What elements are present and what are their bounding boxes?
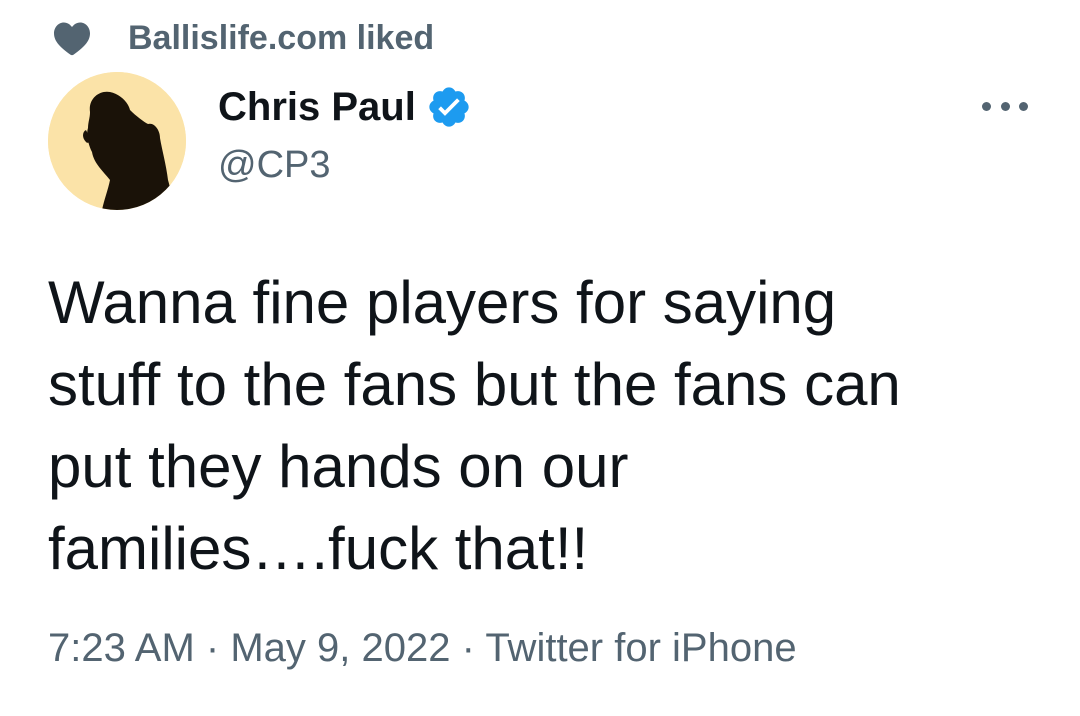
heart-icon bbox=[54, 22, 90, 56]
more-horizontal-icon-dot bbox=[1000, 101, 1010, 111]
tweet-text: Wanna fine players for saying stuff to t… bbox=[48, 262, 1048, 590]
tweet-text-line: stuff to the fans but the fans can bbox=[48, 351, 901, 418]
more-options-button[interactable] bbox=[982, 94, 1028, 118]
more-horizontal-icon-dot bbox=[1019, 101, 1028, 111]
author-name[interactable]: Chris Paul bbox=[218, 84, 472, 130]
tweet-text-line: put they hands on our bbox=[48, 433, 629, 500]
liked-by-text[interactable]: Ballislife.com liked bbox=[128, 19, 434, 58]
author-name-text[interactable]: Chris Paul bbox=[218, 85, 416, 130]
author-handle[interactable]: @CP3 bbox=[218, 144, 331, 187]
more-horizontal-icon bbox=[982, 101, 991, 111]
meta-separator: · bbox=[461, 626, 475, 670]
verified-badge-icon bbox=[429, 87, 469, 127]
tweet-date: May 9, 2022 bbox=[230, 626, 451, 670]
tweet-source-link[interactable]: Twitter for iPhone bbox=[485, 626, 796, 670]
tweet-metadata: 7:23 AM · May 9, 2022 · Twitter for iPho… bbox=[48, 626, 797, 671]
meta-separator: · bbox=[205, 626, 220, 670]
avatar-silhouette bbox=[48, 72, 186, 210]
tweet-time-link[interactable]: 7:23 AM · May 9, 2022 bbox=[48, 626, 450, 670]
tweet-text-line: families….fuck that!! bbox=[48, 515, 589, 582]
social-context: Ballislife.com liked bbox=[52, 18, 434, 58]
tweet-text-line: Wanna fine players for saying bbox=[48, 269, 837, 336]
avatar[interactable] bbox=[48, 72, 186, 210]
tweet-time: 7:23 AM bbox=[48, 626, 195, 670]
